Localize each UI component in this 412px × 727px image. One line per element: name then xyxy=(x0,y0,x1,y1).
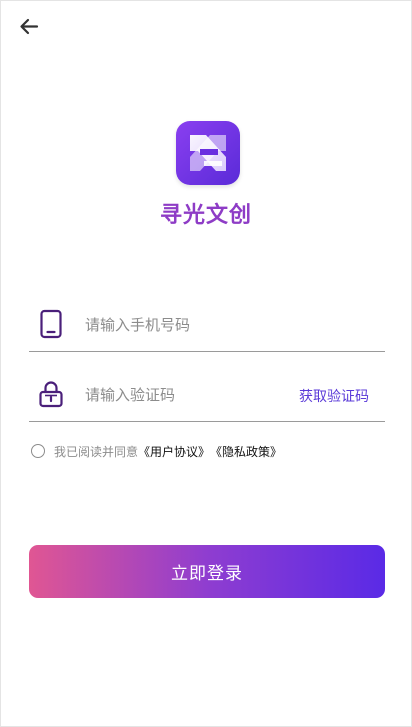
get-code-button[interactable]: 获取验证码 xyxy=(299,386,369,406)
code-input[interactable] xyxy=(83,379,287,411)
user-agreement-link[interactable]: 《用户协议》 xyxy=(138,443,210,460)
app-logo xyxy=(176,121,240,185)
agreement-radio[interactable] xyxy=(31,444,45,458)
app-logo-icon xyxy=(190,135,226,171)
agreement-prefix: 我已阅读并同意 xyxy=(54,444,139,459)
phone-input[interactable] xyxy=(83,309,287,341)
code-field: 获取验证码 xyxy=(29,369,385,422)
screen-frame: 寻光文创 获取验证码 我已阅读并同意 《用户协议》 《隐私政策》 立即登录 xyxy=(0,0,412,727)
app-name: 寻光文创 xyxy=(159,203,252,228)
privacy-policy-link[interactable]: 《隐私政策》 xyxy=(210,443,282,460)
agreement-row: 我已阅读并同意 《用户协议》 《隐私政策》 xyxy=(31,442,282,460)
phone-field xyxy=(29,299,385,352)
login-button[interactable]: 立即登录 xyxy=(29,545,385,598)
phone-icon xyxy=(40,309,62,339)
lock-icon xyxy=(39,381,63,408)
back-button[interactable] xyxy=(17,13,45,41)
login-button-label: 立即登录 xyxy=(171,564,243,584)
arrow-left-icon xyxy=(20,18,39,35)
